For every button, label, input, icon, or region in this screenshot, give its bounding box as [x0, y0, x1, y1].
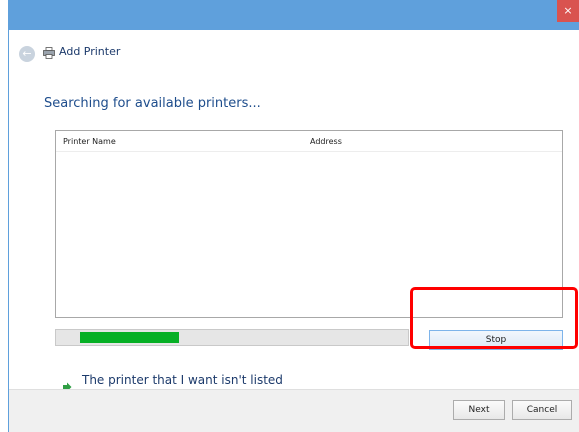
nav-bar: ← Add Printer [9, 30, 579, 80]
add-printer-window: × ← Add Printer Searching for available … [8, 0, 579, 432]
printer-not-listed-link[interactable]: The printer that I want isn't listed [82, 373, 283, 387]
printer-icon [43, 47, 55, 59]
dialog-body: ← Add Printer Searching for available pr… [9, 30, 579, 432]
page-heading: Searching for available printers... [44, 96, 261, 111]
back-arrow-icon[interactable]: ← [19, 46, 35, 62]
title-bar: × [8, 0, 579, 30]
next-button[interactable]: Next [453, 400, 505, 420]
cancel-button[interactable]: Cancel [512, 400, 572, 420]
progress-bar-fill [80, 332, 179, 343]
link-arrow-icon [62, 377, 72, 392]
close-button[interactable]: × [557, 0, 579, 22]
search-progress-bar [55, 329, 409, 346]
dialog-footer: Next Cancel [9, 389, 579, 432]
window-title: Add Printer [59, 45, 121, 58]
header-divider [56, 151, 562, 152]
column-header-printer-name[interactable]: Printer Name [63, 137, 116, 146]
stop-button-highlight [410, 287, 578, 349]
column-header-address[interactable]: Address [310, 137, 342, 146]
